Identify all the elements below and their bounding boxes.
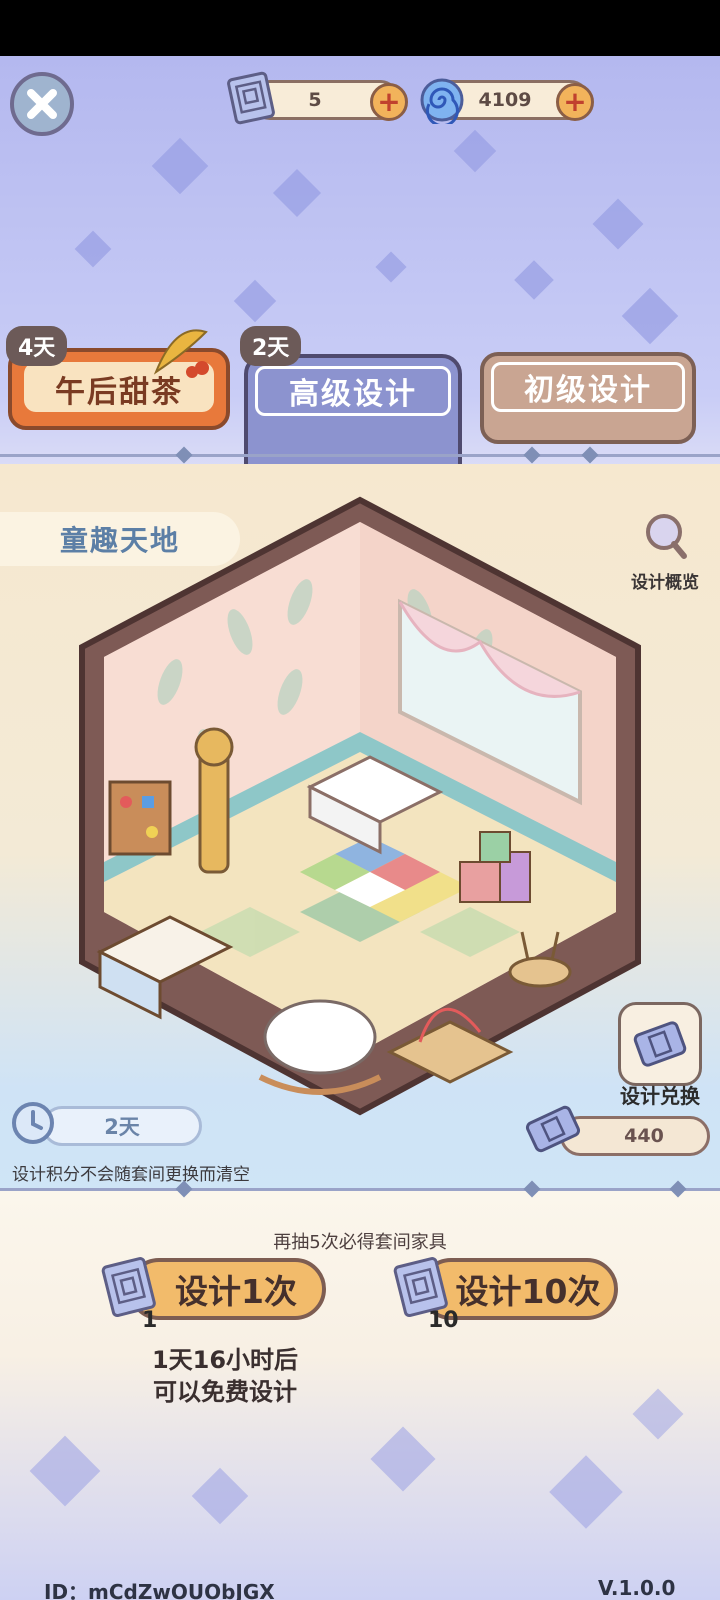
decor-shard — [453, 129, 497, 173]
design-overview-button[interactable]: 设计概览 — [620, 510, 710, 593]
divider — [0, 454, 720, 457]
blueprint-ticket-icon — [227, 71, 275, 125]
divider-marker — [175, 446, 193, 464]
close-icon — [27, 89, 57, 119]
gem-count: 4109 — [478, 89, 532, 111]
exchange-box — [618, 1002, 702, 1086]
gacha-screen: 5 + 4109 + 午后甜茶 4天 高级设计 2天 初级设计 童趣天地 设计概… — [0, 56, 720, 1600]
room-timer: 2天 — [42, 1106, 202, 1146]
swirl-gem-icon — [420, 78, 464, 124]
decor-shard — [151, 137, 209, 195]
design-exchange-button[interactable]: 设计兑换 — [610, 1002, 710, 1109]
tab-badge: 2天 — [240, 326, 302, 366]
tab-badge: 4天 — [6, 326, 68, 366]
shape-board — [108, 780, 172, 856]
exchange-label: 设计兑换 — [620, 1084, 700, 1108]
free-line-1: 1天16小时后 — [151, 1346, 299, 1374]
divider — [0, 1188, 720, 1191]
divider-marker — [523, 446, 541, 464]
clock-icon — [12, 1102, 54, 1144]
draw-ten-label: 设计10次 — [455, 1272, 601, 1311]
free-line-2: 可以免费设计 — [153, 1378, 297, 1406]
free-draw-countdown: 1天16小时后 可以免费设计 — [120, 1344, 330, 1408]
points-value: 440 — [624, 1125, 664, 1147]
magnifier-icon — [646, 514, 687, 559]
decor-shard — [233, 279, 277, 323]
ticket-icon — [525, 1105, 581, 1153]
decor-shard — [621, 287, 679, 345]
version-label: V.1.0.0 — [598, 1576, 676, 1600]
decor-shard — [514, 260, 554, 300]
giraffe-toy — [194, 727, 234, 874]
decor-shard — [592, 198, 644, 250]
overview-label: 设计概览 — [631, 573, 699, 593]
decor-shard — [74, 230, 112, 268]
plus-icon: + — [377, 85, 401, 118]
ticket-icon — [633, 1021, 687, 1067]
add-tickets-button[interactable]: + — [370, 83, 408, 121]
pity-hint: 再抽5次必得套间家具 — [273, 1232, 447, 1253]
tab-label: 高级设计 — [289, 377, 417, 412]
add-gems-button[interactable]: + — [556, 83, 594, 121]
close-button[interactable] — [10, 72, 74, 136]
room-name: 童趣天地 — [0, 512, 240, 566]
tab-basic-design[interactable]: 初级设计 — [480, 352, 696, 444]
divider-marker — [581, 446, 599, 464]
room-illustration — [79, 496, 641, 1116]
draw-once-label: 设计1次 — [175, 1272, 297, 1311]
tab-label: 初级设计 — [524, 373, 652, 408]
plus-icon: + — [563, 85, 587, 118]
draw-ten-cost: 10 — [428, 1308, 459, 1333]
player-id: ID：mCdZwOUObJGX — [44, 1580, 275, 1600]
timer-value: 2天 — [104, 1115, 140, 1139]
ticket-count: 5 — [308, 89, 322, 111]
draw-once-cost: 1 — [142, 1308, 158, 1333]
points-note: 设计积分不会随套间更换而清空 — [12, 1165, 250, 1185]
decor-shard — [375, 251, 407, 283]
decor-shard — [272, 168, 322, 218]
leaf-decor-icon — [153, 329, 209, 378]
